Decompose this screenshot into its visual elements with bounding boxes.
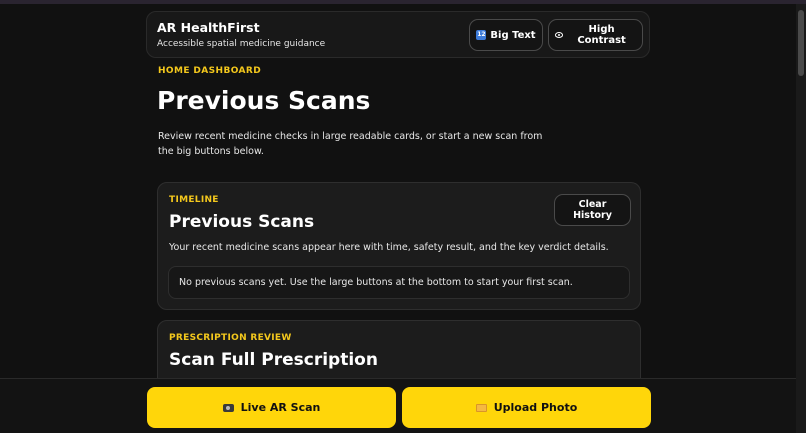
- app-title: AR HealthFirst: [157, 20, 260, 35]
- clear-history-button[interactable]: Clear History: [554, 194, 631, 226]
- empty-scans-message: No previous scans yet. Use the large but…: [168, 266, 630, 299]
- page-description: Review recent medicine checks in large r…: [158, 131, 543, 157]
- timeline-description: Your recent medicine scans appear here w…: [169, 242, 609, 253]
- timeline-card: TIMELINE Previous Scans Your recent medi…: [157, 182, 641, 310]
- scrollbar-thumb[interactable]: [798, 10, 804, 76]
- numbers-icon: 12: [476, 30, 487, 40]
- big-text-label: Big Text: [490, 29, 536, 41]
- prescription-title: Scan Full Prescription: [169, 350, 378, 370]
- camera-icon: [222, 403, 234, 412]
- big-text-button[interactable]: 12 Big Text: [469, 19, 543, 51]
- upload-photo-button[interactable]: Upload Photo: [402, 387, 651, 428]
- prescription-eyebrow: PRESCRIPTION REVIEW: [169, 333, 292, 343]
- hero-eyebrow: HOME DASHBOARD: [158, 66, 262, 76]
- live-ar-scan-button[interactable]: Live AR Scan: [147, 387, 396, 428]
- eye-icon: [555, 32, 564, 38]
- upload-photo-label: Upload Photo: [493, 401, 578, 414]
- page-title: Previous Scans: [157, 86, 371, 115]
- app-subtitle: Accessible spatial medicine guidance: [157, 39, 326, 49]
- folder-icon: [475, 403, 487, 412]
- high-contrast-label: High Contrast: [577, 24, 626, 46]
- page-scrollbar[interactable]: [796, 4, 806, 433]
- app-header: AR HealthFirst Accessible spatial medici…: [146, 11, 650, 58]
- high-contrast-button[interactable]: High Contrast: [548, 19, 643, 51]
- bottom-action-bar: Live AR Scan Upload Photo: [0, 378, 796, 433]
- timeline-eyebrow: TIMELINE: [169, 195, 219, 205]
- timeline-title: Previous Scans: [169, 212, 315, 232]
- live-ar-scan-label: Live AR Scan: [240, 401, 321, 414]
- window-top-edge: [0, 0, 806, 4]
